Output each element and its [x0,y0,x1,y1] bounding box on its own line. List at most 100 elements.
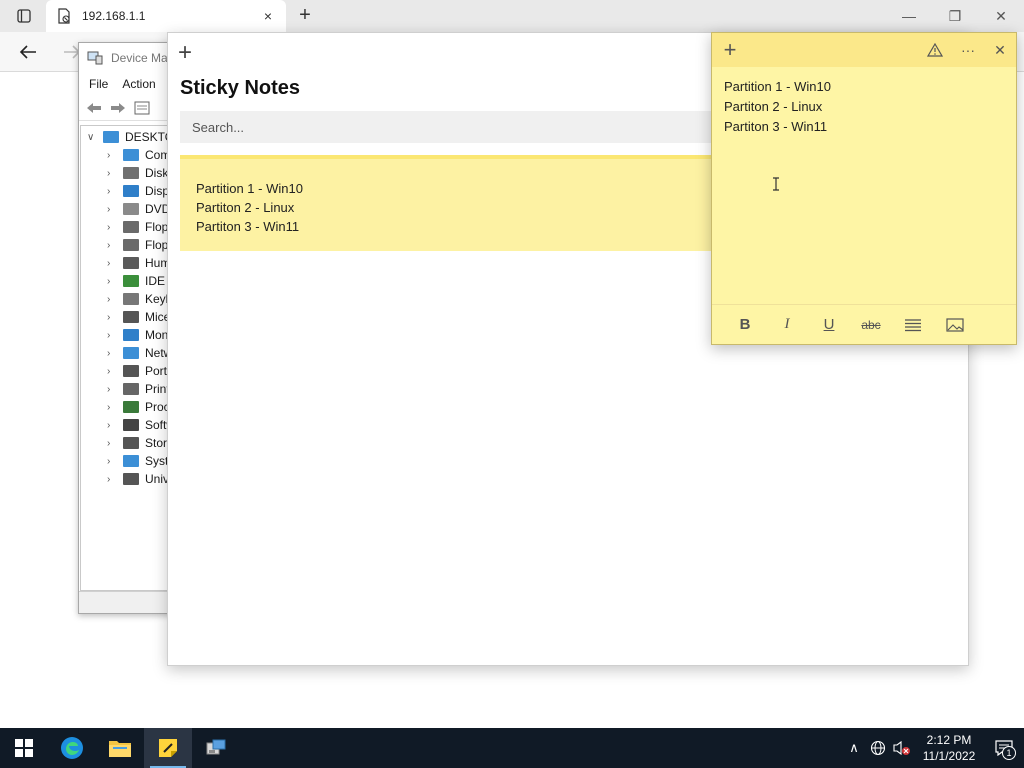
image-icon[interactable] [934,310,976,340]
close-icon[interactable]: ✕ [988,38,1012,62]
page-icon [56,8,72,24]
clock[interactable]: 2:12 PM 11/1/2022 [914,732,984,764]
device-category-icon [123,383,139,395]
forward-icon[interactable] [107,98,129,118]
browser-tab-bar: 192.168.1.1 × + — ❐ ✕ [0,0,1024,32]
device-category-icon [123,329,139,341]
chevron-right-icon[interactable]: › [107,330,117,341]
computer-icon [103,131,119,143]
note-line: Partiton 3 - Win11 [724,119,828,134]
chevron-right-icon[interactable]: › [107,186,117,197]
device-category-icon [123,401,139,413]
chevron-right-icon[interactable]: › [107,366,117,377]
note-card-line: Partition 1 - Win10 [196,181,303,196]
notification-icon[interactable]: 1 [984,728,1024,768]
back-icon[interactable] [83,98,105,118]
sticky-note-window[interactable]: + ··· ✕ Partition 1 - Win10 Partiton 2 -… [711,32,1017,345]
menu-action[interactable]: Action [122,77,155,91]
device-category-icon [123,203,139,215]
clock-time: 2:12 PM [926,733,972,747]
file-explorer-icon[interactable] [96,728,144,768]
chevron-right-icon[interactable]: › [107,258,117,269]
chevron-right-icon[interactable]: › [107,438,117,449]
network-globe-icon[interactable] [866,728,890,768]
add-note-button[interactable]: + [178,41,200,65]
tab-actions-icon[interactable] [10,6,38,26]
underline-button[interactable]: U [808,310,850,340]
chevron-right-icon[interactable]: › [107,474,117,485]
add-note-icon[interactable]: + [718,38,742,62]
device-manager-taskbar-icon[interactable] [192,728,240,768]
device-category-icon [123,311,139,323]
system-tray: ∧ 2:12 PM 11/1/2022 1 [842,728,1024,768]
device-category-icon [123,473,139,485]
chevron-right-icon[interactable]: › [107,312,117,323]
text-cursor-icon [772,177,780,194]
tray-chevron-icon[interactable]: ∧ [842,728,866,768]
note-line: Partition 1 - Win10 [724,79,831,94]
window-controls: — ❐ ✕ [886,0,1024,32]
chevron-right-icon[interactable]: › [107,420,117,431]
tree-item-label: Proc [145,400,170,414]
sticky-notes-icon[interactable] [144,728,192,768]
note-card-line: Partiton 3 - Win11 [196,219,300,234]
device-category-icon [123,455,139,467]
start-icon[interactable] [0,728,48,768]
taskbar: ∧ 2:12 PM 11/1/2022 1 [0,728,1024,768]
clock-date: 11/1/2022 [922,749,976,763]
device-category-icon [123,257,139,269]
device-category-icon [123,167,139,179]
notification-badge: 1 [1002,746,1016,760]
volume-muted-icon[interactable] [890,728,914,768]
tree-item-label: Print [145,382,170,396]
chevron-right-icon[interactable]: › [107,348,117,359]
note-editor[interactable]: Partition 1 - Win10 Partiton 2 - Linux P… [724,77,1004,137]
device-category-icon [123,149,139,161]
note-line: Partiton 2 - Linux [724,99,823,114]
tree-item-label: Disk [145,166,169,180]
chevron-right-icon[interactable]: › [107,276,117,287]
menu-file[interactable]: File [89,77,108,91]
bullet-list-icon[interactable] [892,310,934,340]
format-toolbar: B I U abc [712,304,1016,344]
chevron-right-icon[interactable]: › [107,240,117,251]
note-card[interactable]: Partition 1 - Win10 Partiton 2 - Linux P… [180,155,740,251]
chevron-down-icon[interactable]: ∨ [87,132,97,143]
device-category-icon [123,365,139,377]
tab-close-icon[interactable]: × [260,8,276,24]
properties-icon[interactable] [131,98,153,118]
page-title: Sticky Notes [180,77,301,99]
search-input[interactable] [180,111,740,143]
browser-tab[interactable]: 192.168.1.1 × [46,0,286,32]
italic-button[interactable]: I [766,310,808,340]
more-options-icon[interactable]: ··· [956,38,980,62]
minimize-button[interactable]: — [886,0,932,32]
chevron-right-icon[interactable]: › [107,222,117,233]
device-category-icon [123,437,139,449]
chevron-right-icon[interactable]: › [107,456,117,467]
device-category-icon [123,347,139,359]
device-manager-title: Device Mar [111,51,172,65]
strikethrough-button[interactable]: abc [850,310,892,340]
device-category-icon [123,221,139,233]
chevron-right-icon[interactable]: › [107,294,117,305]
device-category-icon [123,419,139,431]
warning-icon[interactable] [923,38,947,62]
close-window-button[interactable]: ✕ [978,0,1024,32]
device-category-icon [123,275,139,287]
tab-title: 192.168.1.1 [82,9,146,23]
new-tab-button[interactable]: + [292,4,318,28]
chevron-right-icon[interactable]: › [107,402,117,413]
restore-button[interactable]: ❐ [932,0,978,32]
chevron-right-icon[interactable]: › [107,150,117,161]
device-manager-icon [87,51,103,65]
edge-icon[interactable] [48,728,96,768]
back-arrow-icon[interactable] [14,38,42,66]
chevron-right-icon[interactable]: › [107,168,117,179]
chevron-right-icon[interactable]: › [107,204,117,215]
chevron-right-icon[interactable]: › [107,384,117,395]
device-category-icon [123,185,139,197]
device-category-icon [123,293,139,305]
bold-button[interactable]: B [724,310,766,340]
tree-item-label: Mon [145,328,169,342]
